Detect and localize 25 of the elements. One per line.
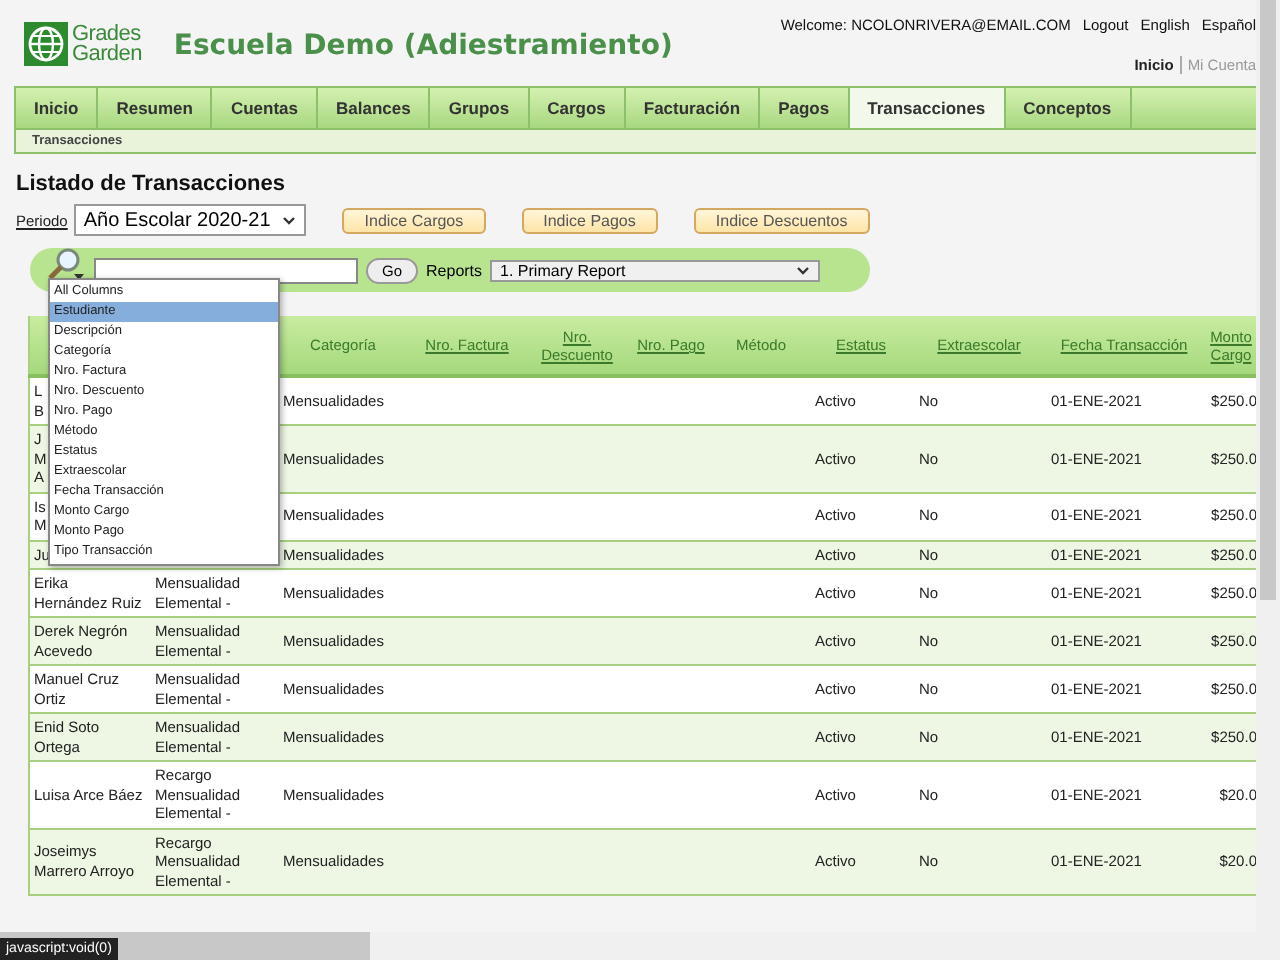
chevron-down-icon	[796, 265, 811, 275]
search-icon[interactable]	[46, 246, 86, 282]
chevron-down-icon	[282, 215, 297, 225]
logo-text: Grades	[72, 24, 142, 44]
nav-tab[interactable]: Grupos	[430, 88, 530, 128]
periodo-select[interactable]: Año Escolar 2020-21	[73, 204, 307, 236]
vertical-scrollbar[interactable]	[1256, 0, 1280, 932]
logo-text: Garden	[72, 44, 142, 64]
index-button[interactable]: Indice Descuentos	[693, 207, 870, 233]
nav-tab[interactable]: Cargos	[529, 88, 626, 128]
nav-tab[interactable]: Cuentas	[212, 88, 319, 128]
nav-tab[interactable]: Resumen	[98, 88, 213, 128]
nav-tab[interactable]: Inicio	[16, 88, 99, 128]
nav-tab[interactable]: Transacciones	[849, 88, 1006, 128]
reports-label: Reports	[426, 261, 483, 279]
horizontal-scrollbar[interactable]	[0, 932, 1280, 960]
reports-select[interactable]: 1. Primary Report	[490, 259, 821, 281]
page-title: Listado de Transacciones	[16, 172, 287, 196]
nav-tab[interactable]: Facturación	[625, 88, 761, 128]
school-title: Escuela Demo (Adiestramiento)	[173, 30, 673, 62]
index-button[interactable]: Indice Pagos	[521, 207, 658, 233]
globe-logo-icon	[24, 22, 68, 66]
nav-tab[interactable]: Conceptos	[1005, 88, 1132, 128]
index-button[interactable]: Indice Cargos	[342, 207, 486, 233]
nav-tab[interactable]: Balances	[318, 88, 431, 128]
